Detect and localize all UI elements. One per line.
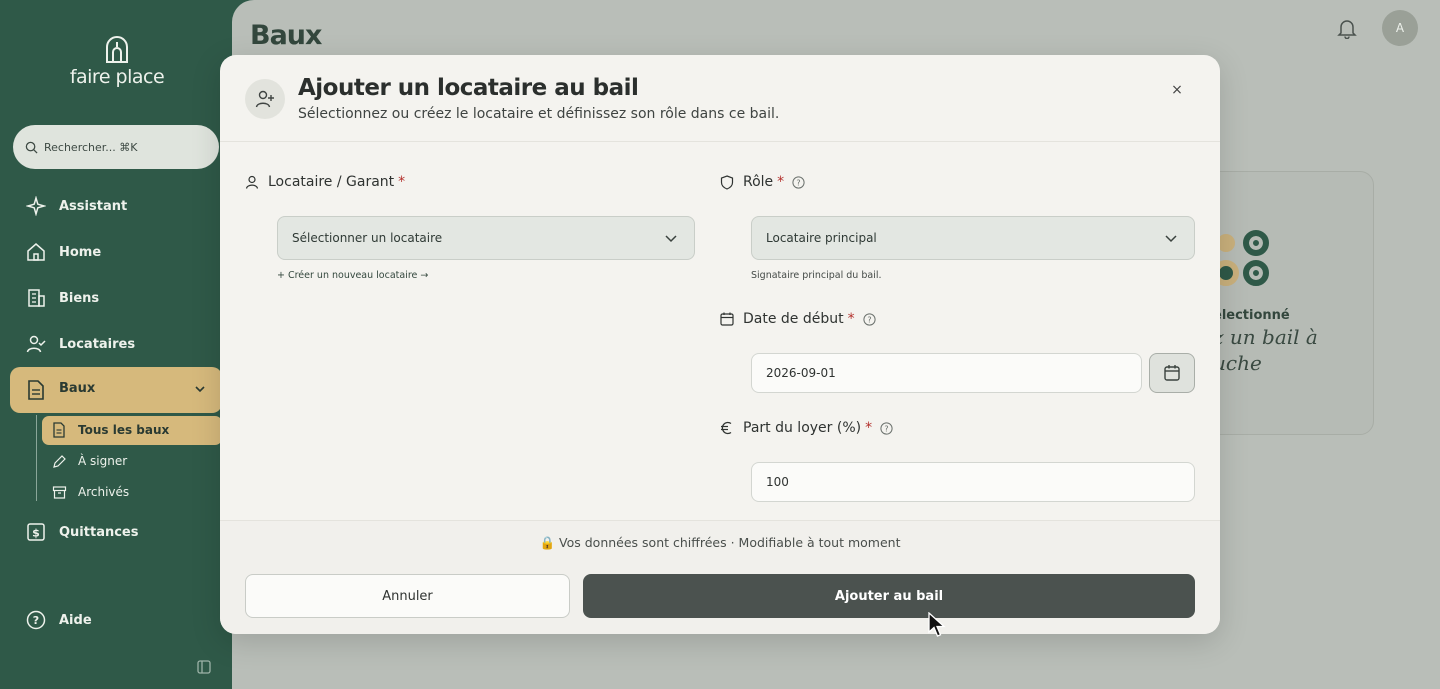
user-plus-icon	[255, 90, 274, 108]
add-tenant-modal: Ajouter un locataire au bail Sélectionne…	[220, 55, 1220, 634]
empty-state-text: z un bail à uche	[1213, 325, 1318, 375]
sidebar-subitem-a-signer[interactable]: À signer	[52, 450, 127, 472]
search-placeholder: Rechercher... ⌘K	[44, 140, 138, 154]
sidebar-item-quittances[interactable]: $ Quittances	[26, 520, 138, 544]
empty-state-title: électionné	[1213, 308, 1290, 323]
create-tenant-link[interactable]: + Créer un nouveau locataire →	[277, 270, 428, 281]
sidebar-item-aide[interactable]: ? Aide	[26, 608, 92, 632]
chevron-down-icon	[665, 235, 677, 243]
calendar-icon	[1164, 365, 1180, 381]
rent-share-field-label: Part du loyer (%) * ?	[720, 420, 902, 436]
help-circle-icon[interactable]: ?	[863, 312, 876, 326]
sidebar: faire place Rechercher... ⌘K Assistant H…	[0, 0, 232, 689]
user-check-icon	[26, 335, 46, 353]
security-note: 🔒 Vos données sont chiffrées · Modifiabl…	[539, 535, 901, 550]
sidebar-item-home[interactable]: Home	[26, 240, 101, 264]
decor-dot	[1243, 230, 1269, 256]
sparkle-icon	[26, 196, 46, 216]
pen-icon	[53, 454, 66, 468]
svg-text:?: ?	[867, 315, 871, 324]
svg-text:?: ?	[797, 178, 801, 187]
sidebar-collapse-icon[interactable]	[197, 660, 211, 674]
avatar[interactable]: A	[1382, 10, 1418, 46]
building-icon	[28, 289, 45, 307]
search-input[interactable]: Rechercher... ⌘K	[13, 125, 219, 169]
logo-text: faire place	[69, 66, 165, 88]
modal-subtitle: Sélectionnez ou créez le locataire et dé…	[298, 106, 780, 122]
document-icon	[28, 380, 44, 400]
start-date-input[interactable]: 2026-09-01	[751, 353, 1142, 393]
home-icon	[27, 243, 45, 261]
sidebar-item-locataires[interactable]: Locataires	[26, 332, 135, 356]
modal-header-icon	[245, 79, 285, 119]
add-to-lease-button[interactable]: Ajouter au bail	[583, 574, 1195, 618]
close-button[interactable]: ×	[1170, 83, 1184, 97]
chevron-down-icon	[1165, 235, 1177, 243]
document-icon	[53, 422, 65, 438]
search-icon	[25, 141, 38, 154]
modal-title: Ajouter un locataire au bail	[298, 75, 639, 101]
logo-house-icon	[106, 36, 128, 63]
date-picker-button[interactable]	[1149, 353, 1195, 393]
svg-text:$: $	[32, 527, 40, 540]
cancel-button[interactable]: Annuler	[245, 574, 570, 618]
euro-icon	[721, 421, 732, 435]
role-field-label: Rôle * ?	[720, 174, 814, 190]
chevron-down-icon[interactable]	[194, 383, 206, 395]
sidebar-item-baux[interactable]: Baux	[10, 367, 222, 413]
help-circle-icon[interactable]: ?	[880, 421, 893, 435]
sidebar-subitem-archives[interactable]: Archivés	[52, 481, 129, 503]
rent-share-input[interactable]: 100	[751, 462, 1195, 502]
tenant-select[interactable]: Sélectionner un locataire	[277, 216, 695, 260]
dollar-receipt-icon: $	[27, 523, 45, 541]
app-logo[interactable]: faire place	[62, 36, 172, 88]
tenant-field-label: Locataire / Garant *	[245, 174, 405, 190]
svg-text:?: ?	[33, 614, 39, 627]
start-date-field-label: Date de début * ?	[720, 311, 885, 327]
bell-icon[interactable]	[1336, 17, 1358, 39]
page-title: Baux	[250, 20, 322, 51]
mouse-cursor-icon	[928, 612, 946, 637]
modal-header: Ajouter un locataire au bail Sélectionne…	[220, 55, 1220, 142]
shield-icon	[720, 174, 734, 190]
modal-footer: 🔒 Vos données sont chiffrées · Modifiabl…	[220, 520, 1220, 634]
help-circle-icon: ?	[26, 610, 46, 630]
help-circle-icon[interactable]: ?	[792, 175, 805, 189]
archive-icon	[52, 485, 67, 499]
user-icon	[245, 175, 259, 189]
svg-text:?: ?	[884, 424, 888, 433]
decor-dot	[1243, 260, 1269, 286]
role-hint: Signataire principal du bail.	[751, 270, 882, 281]
calendar-icon	[720, 312, 734, 326]
sidebar-subitem-tous-les-baux[interactable]: Tous les baux	[42, 416, 222, 445]
sidebar-item-biens[interactable]: Biens	[26, 286, 99, 310]
role-select[interactable]: Locataire principal	[751, 216, 1195, 260]
submenu-guide-line	[36, 415, 37, 501]
sidebar-item-assistant[interactable]: Assistant	[26, 194, 127, 218]
